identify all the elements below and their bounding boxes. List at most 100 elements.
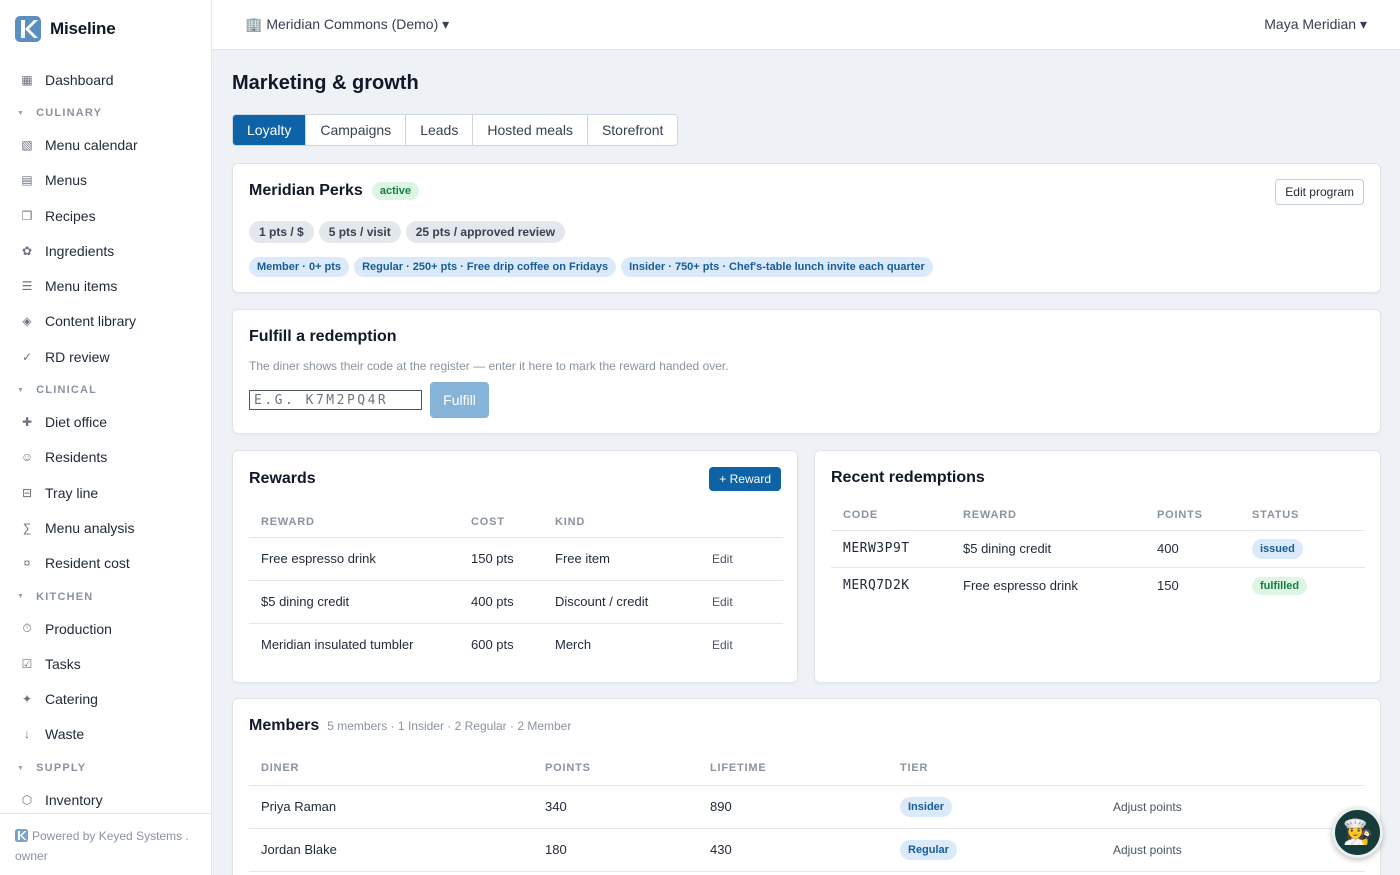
sigma-icon: ∑ [22,520,32,535]
status-badge: fulfilled [1252,576,1308,595]
table-row: $5 dining credit 400 pts Discount / cred… [249,580,783,623]
redemption-code: MERW3P9T [843,541,910,556]
sidebar-item-label: Waste [45,726,85,743]
reward-cost: 400 pts [471,594,514,609]
tab-hosted-meals[interactable]: Hosted meals [473,115,588,145]
member-name: Jordan Blake [261,842,337,857]
col-header: KIND [555,516,586,529]
reward-cost: 600 pts [471,637,514,653]
col-header: POINTS [545,761,591,774]
col-header: LIFETIME [710,761,767,774]
fulfill-button[interactable]: Fulfill [430,382,489,418]
sidebar-item-ingredients[interactable]: ✿ Ingredients [0,233,211,268]
edit-reward-link[interactable]: Edit [712,638,733,652]
col-header-actions [1113,751,1365,785]
edit-program-button[interactable]: Edit program [1275,179,1364,205]
col-header: COST [471,516,505,529]
tab-leads[interactable]: Leads [406,115,474,145]
timer-icon: ⏱ [22,621,32,635]
sidebar-item-tray-line[interactable]: ⊟ Tray line [0,475,211,510]
sidebar-item-production[interactable]: ⏱ Production [0,611,211,646]
sidebar-item-menu-items[interactable]: ☰ Menu items [0,268,211,303]
user-menu[interactable]: Maya Meridian ▾ [1264,16,1367,33]
program-name: Meridian Perks [249,182,363,199]
edit-reward-link[interactable]: Edit [712,552,733,566]
status-badge: active [371,182,420,200]
redemption-code-input[interactable] [249,390,422,410]
keyed-logo-icon [15,829,28,842]
sidebar-item-menus[interactable]: ▤ Menus [0,163,211,198]
sidebar-item-resident-cost[interactable]: ¤ Resident cost [0,546,211,581]
brand[interactable]: Miseline [0,0,211,58]
chef-icon: 👩‍🍳 [1342,818,1373,846]
rewards-title: Rewards [249,470,316,487]
sidebar-item-label: RD review [45,348,110,365]
earn-rule-pill: 5 pts / visit [318,221,401,243]
adjust-points-link[interactable]: Adjust points [1113,800,1182,814]
table-row: Meridian insulated tumbler 600 pts Merch… [249,623,783,666]
sidebar-item-label: Menu analysis [45,519,135,536]
program-card: Meridian Perks active Edit program 1 pts… [232,163,1381,293]
col-header: REWARD [963,508,1017,521]
tier-pill: Insider · 750+ pts · Chef's-table lunch … [621,257,933,277]
earn-rule-pill: 25 pts / approved review [405,221,566,243]
sidebar-item-menu-analysis[interactable]: ∑ Menu analysis [0,510,211,545]
sidebar-item-waste[interactable]: ↓ Waste [0,717,211,752]
redemption-reward: Free espresso drink [963,578,1078,594]
ingredients-icon: ✿ [21,243,33,258]
edit-reward-link[interactable]: Edit [712,595,733,609]
caret-down-icon: ▼ [17,593,26,601]
sidebar-item-recipes[interactable]: ❐ Recipes [0,198,211,233]
section-title: CULINARY [36,107,103,120]
col-header-actions [712,508,783,537]
sparkle-icon: ✦ [21,692,33,707]
table-row: Priya Raman 340 890 Insider Adjust point… [249,785,1365,828]
member-points: 180 [545,842,567,857]
recipes-icon: ❐ [21,208,33,223]
menus-icon: ▤ [21,173,33,188]
powered-by[interactable]: Powered by Keyed Systems . [15,826,196,846]
sidebar: Miseline ▦ Dashboard ▼ CULINARY ▧ Menu ca… [0,0,212,875]
sidebar-item-label: Diet office [45,414,107,431]
members-table: DINER POINTS LIFETIME TIER Priya Raman 3… [249,751,1365,872]
sidebar-item-diet-office[interactable]: ✚ Diet office [0,404,211,439]
assistant-fab[interactable]: 👩‍🍳 [1332,807,1383,858]
rewards-table: REWARD COST KIND Free espresso drink 150… [249,508,783,666]
section-kitchen[interactable]: ▼ KITCHEN [0,583,211,611]
tab-loyalty[interactable]: Loyalty [233,115,307,145]
section-culinary[interactable]: ▼ CULINARY [0,99,211,127]
table-row: MERQ7D2K Free espresso drink 150 fulfill… [831,567,1365,604]
powered-by-text: Powered by Keyed Systems . [32,829,189,843]
fulfill-hint: The diner shows their code at the regist… [249,359,729,373]
members-summary: 5 members · 1 Insider · 2 Regular · 2 Me… [327,719,572,733]
plus-icon: ✚ [21,415,33,430]
tier-pill: Member · 0+ pts [249,257,350,277]
table-row: Jordan Blake 180 430 Regular Adjust poin… [249,828,1365,871]
sidebar-item-content-library[interactable]: ◈ Content library [0,304,211,339]
check-icon: ✓ [21,349,33,364]
tab-storefront[interactable]: Storefront [588,115,677,145]
sidebar-item-rd-review[interactable]: ✓ RD review [0,339,211,374]
sidebar-item-dashboard[interactable]: ▦ Dashboard [0,62,211,97]
org-switcher[interactable]: 🏢 Meridian Commons (Demo) ▾ [245,16,449,33]
adjust-points-link[interactable]: Adjust points [1113,843,1182,857]
sidebar-item-residents[interactable]: ☺ Residents [0,440,211,475]
dashboard-icon: ▦ [21,72,33,87]
sidebar-item-label: Recipes [45,207,96,224]
sidebar-item-catering[interactable]: ✦ Catering [0,681,211,716]
tab-campaigns[interactable]: Campaigns [306,115,407,145]
member-name: Priya Raman [261,799,337,814]
miseline-logo-icon [15,16,41,42]
caret-down-icon: ▼ [17,386,26,394]
add-reward-button[interactable]: + Reward [709,467,781,491]
section-clinical[interactable]: ▼ CLINICAL [0,376,211,404]
sidebar-item-label: Tray line [45,484,99,501]
calendar-icon: ▧ [21,137,33,152]
tray-icon: ⊟ [21,485,33,500]
fulfill-card: Fulfill a redemption The diner shows the… [232,309,1381,434]
sidebar-item-tasks[interactable]: ☑ Tasks [0,646,211,681]
sidebar-footer: Powered by Keyed Systems . owner [0,813,211,875]
sidebar-item-menu-calendar[interactable]: ▧ Menu calendar [0,127,211,162]
status-badge: issued [1252,538,1303,559]
section-supply[interactable]: ▼ SUPPLY [0,754,211,782]
